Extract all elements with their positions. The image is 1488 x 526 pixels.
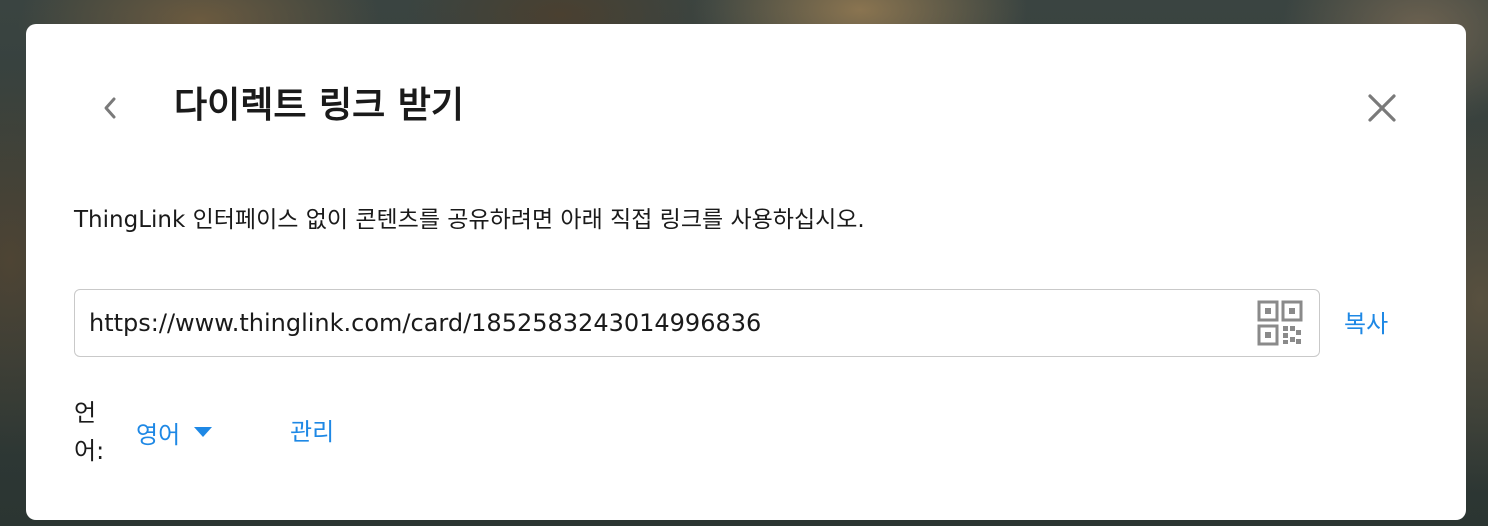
caret-down-icon (194, 423, 213, 442)
language-dropdown[interactable]: 영어 (136, 412, 213, 452)
direct-link-dialog: 다이렉트 링크 받기 ThingLink 인터페이스 없이 콘텐츠를 공유하려면… (26, 24, 1466, 520)
back-button[interactable] (92, 88, 128, 128)
close-icon (1368, 94, 1396, 122)
qr-code-icon (1257, 300, 1303, 346)
qr-code-button[interactable] (1255, 298, 1305, 348)
dialog-title: 다이렉트 링크 받기 (174, 85, 465, 126)
chevron-left-icon (104, 97, 116, 119)
language-label-line1: 언 (74, 399, 97, 427)
language-label: 언 어: (74, 394, 114, 470)
direct-link-input[interactable] (89, 290, 1239, 356)
close-button[interactable] (1362, 88, 1402, 128)
language-label-line2: 어: (74, 437, 105, 465)
dialog-description: ThingLink 인터페이스 없이 콘텐츠를 공유하려면 아래 직접 링크를 … (74, 207, 865, 233)
direct-link-field (74, 289, 1320, 357)
language-selected-value: 영어 (136, 420, 181, 449)
copy-button[interactable]: 복사 (1344, 304, 1388, 344)
manage-languages-link[interactable]: 관리 (290, 412, 334, 452)
